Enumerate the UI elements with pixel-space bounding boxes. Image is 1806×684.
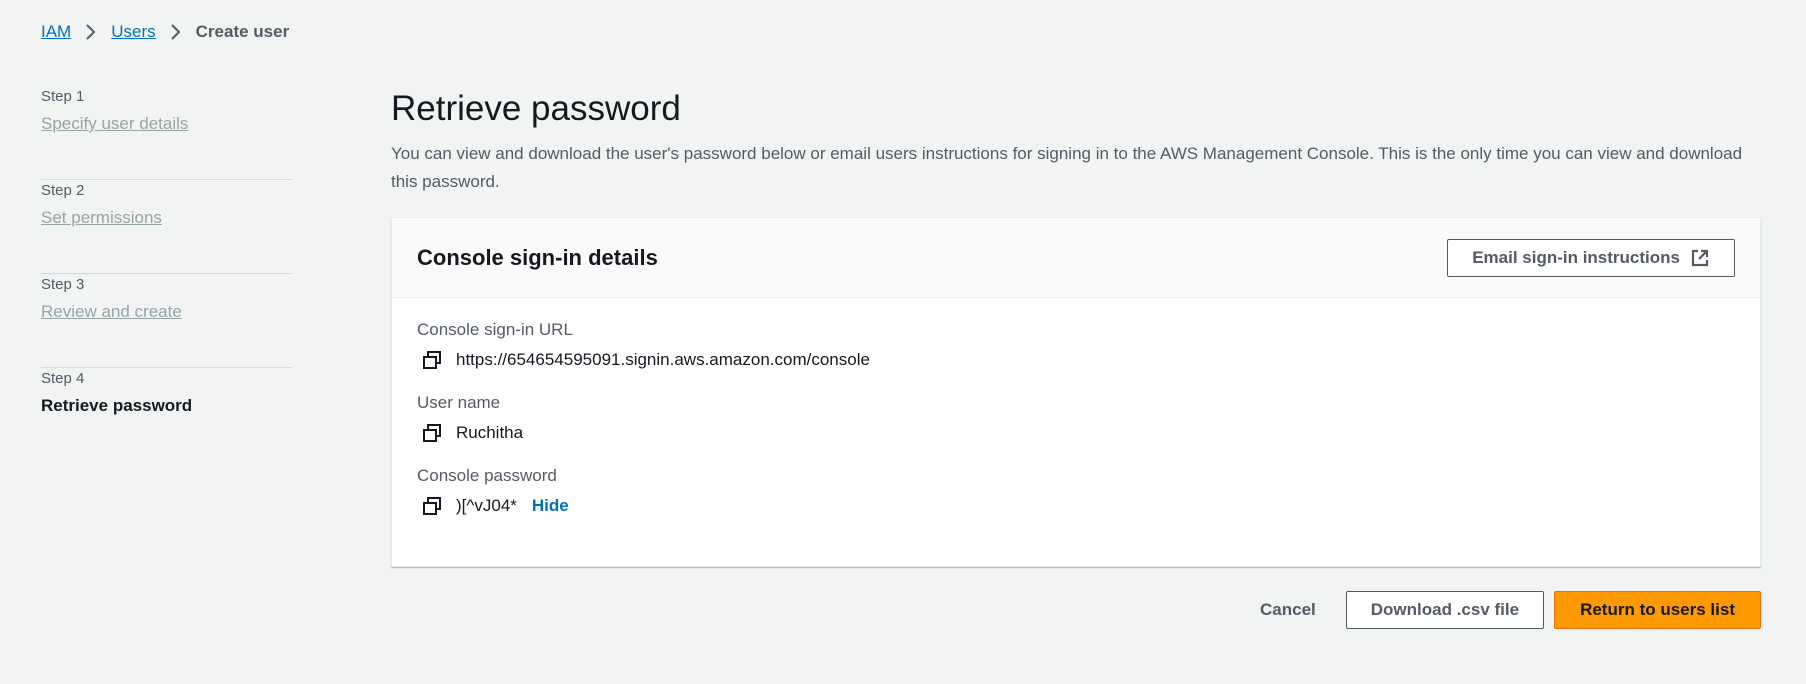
step-4: Step 4 Retrieve password (41, 368, 292, 462)
card-body: Console sign-in URL https://654654595091… (392, 298, 1760, 517)
console-sign-in-card: Console sign-in details Email sign-in in… (391, 217, 1761, 567)
step-current-label: Retrieve password (41, 396, 193, 415)
step-2: Step 2 Set permissions (41, 180, 292, 274)
step-number: Step 4 (41, 370, 85, 387)
breadcrumb-users-link[interactable]: Users (111, 22, 155, 42)
breadcrumb: IAM Users Create user (41, 22, 289, 42)
wizard-steps: Step 1 Specify user details Step 2 Set p… (41, 86, 292, 462)
user-name-value: Ruchitha (456, 423, 524, 442)
user-name-field: User name Ruchitha (417, 393, 1735, 444)
breadcrumb-iam-link[interactable]: IAM (41, 22, 71, 42)
field-label: Console sign-in URL (417, 320, 573, 339)
field-value-row: Ruchitha (417, 422, 1735, 444)
external-link-icon (1690, 248, 1710, 268)
field-label: User name (417, 393, 501, 412)
step-link-set-permissions[interactable]: Set permissions (41, 208, 162, 228)
copy-icon[interactable] (421, 422, 443, 444)
copy-icon[interactable] (421, 349, 443, 371)
email-button-label: Email sign-in instructions (1472, 247, 1680, 267)
main-content: Retrieve password You can view and downl… (391, 88, 1761, 196)
cancel-button[interactable]: Cancel (1236, 591, 1340, 629)
sign-in-url-value: https://654654595091.signin.aws.amazon.c… (456, 350, 870, 369)
chevron-right-icon (71, 23, 111, 41)
console-password-field: Console password )[^vJ04* Hide (417, 466, 1735, 517)
download-csv-button[interactable]: Download .csv file (1345, 591, 1545, 629)
card-header: Console sign-in details Email sign-in in… (392, 218, 1760, 298)
step-link-specify-user-details[interactable]: Specify user details (41, 114, 188, 134)
page-title: Retrieve password (391, 89, 681, 128)
step-number: Step 3 (41, 276, 85, 293)
return-to-users-list-button[interactable]: Return to users list (1554, 591, 1761, 629)
field-value-row: https://654654595091.signin.aws.amazon.c… (417, 349, 1735, 371)
field-value-row: )[^vJ04* Hide (417, 495, 1735, 517)
step-number: Step 1 (41, 88, 85, 105)
password-value: )[^vJ04* (456, 496, 517, 515)
chevron-right-icon (156, 23, 196, 41)
footer-actions: Cancel Download .csv file Return to user… (1236, 591, 1761, 629)
copy-icon[interactable] (421, 495, 443, 517)
step-3: Step 3 Review and create (41, 274, 292, 368)
page-description: You can view and download the user's pas… (391, 144, 1743, 191)
card-title: Console sign-in details (417, 244, 658, 270)
step-1: Step 1 Specify user details (41, 86, 292, 180)
sign-in-url-field: Console sign-in URL https://654654595091… (417, 320, 1735, 371)
email-sign-in-instructions-button[interactable]: Email sign-in instructions (1447, 238, 1735, 277)
step-link-review-and-create[interactable]: Review and create (41, 302, 182, 322)
breadcrumb-current: Create user (195, 22, 290, 41)
field-label: Console password (417, 466, 557, 485)
page: IAM Users Create user Step 1 Specify use… (0, 0, 1806, 684)
step-number: Step 2 (41, 182, 85, 199)
hide-password-link[interactable]: Hide (532, 496, 569, 516)
